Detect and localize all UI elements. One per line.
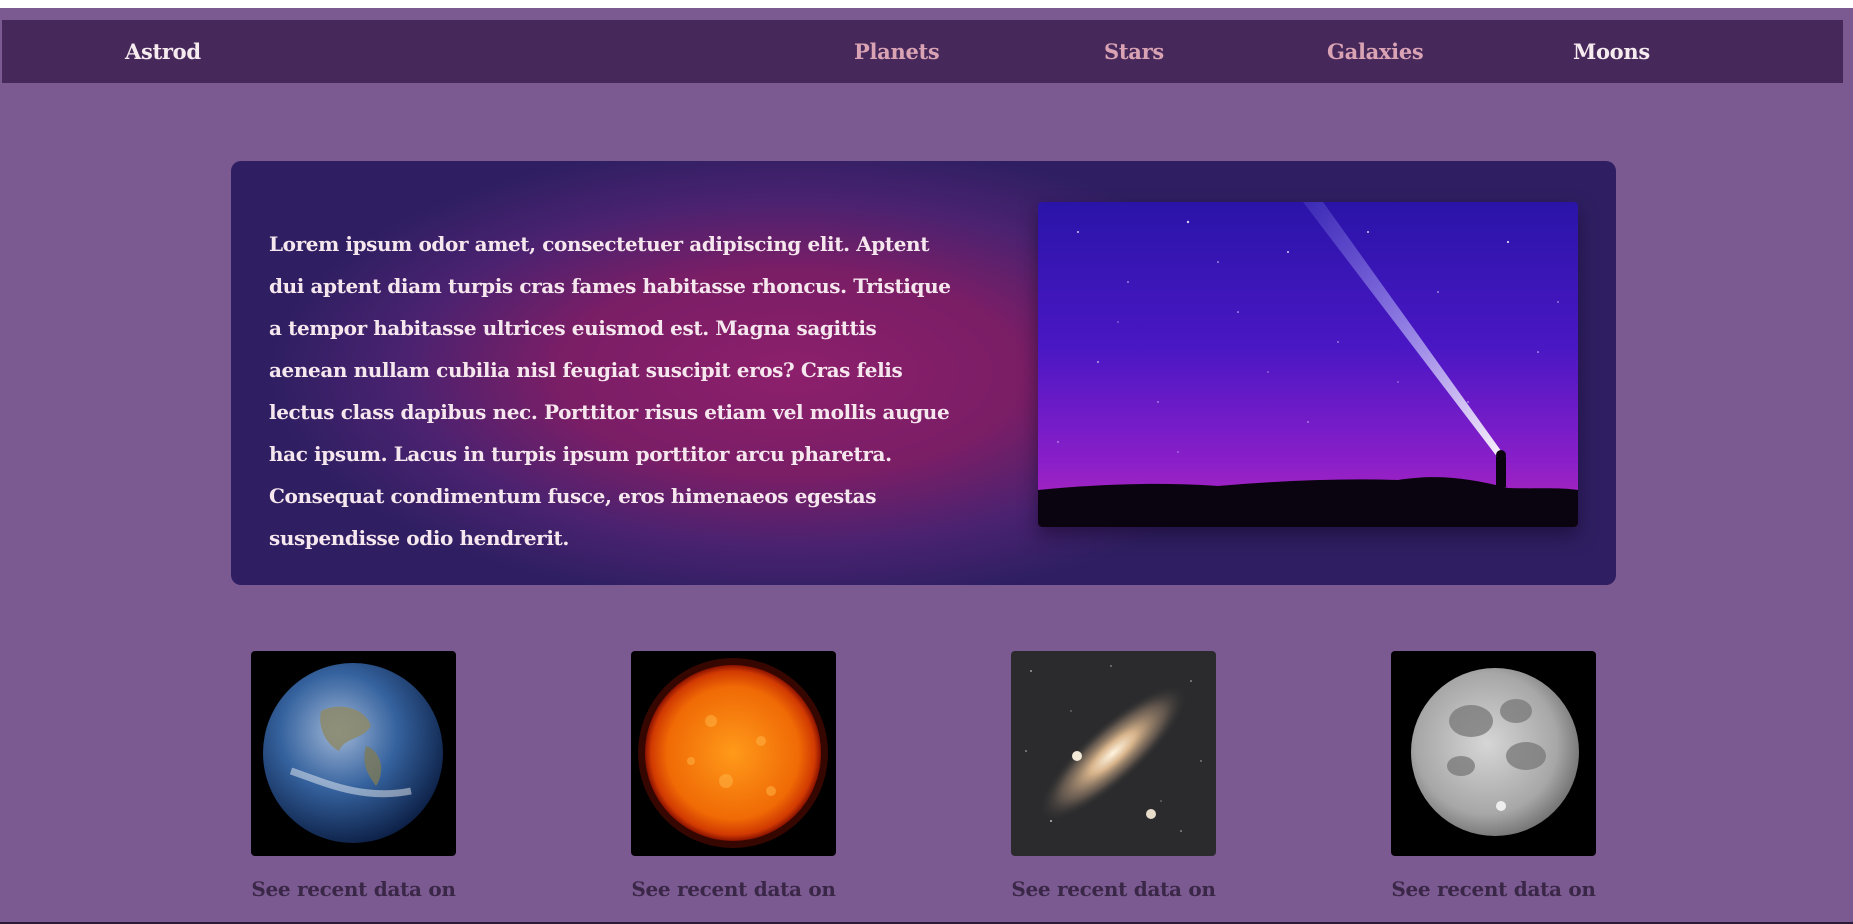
earth-image[interactable] [251,651,456,856]
card-caption[interactable]: See recent data on [1351,877,1636,901]
moon-image[interactable] [1391,651,1596,856]
nav-link-galaxies[interactable]: Galaxies [1327,20,1424,83]
hero-text: Lorem ipsum odor amet, consectetuer adip… [269,232,951,550]
nav-link-planets[interactable]: Planets [854,20,940,83]
card-planets: See recent data on [251,651,456,901]
galaxy-image[interactable] [1011,651,1216,856]
night-sky-flashlight-image [1038,202,1578,527]
nav-link-moons[interactable]: Moons [1573,20,1650,83]
browser-top-strip [0,0,1853,8]
card-caption[interactable]: See recent data on [211,877,496,901]
hero-panel: Lorem ipsum odor amet, consectetuer adip… [231,161,1616,585]
card-caption[interactable]: See recent data on [591,877,876,901]
sun-image[interactable] [631,651,836,856]
card-stars: See recent data on [631,651,836,901]
card-galaxies: See recent data on [1011,651,1216,901]
nav-link-stars[interactable]: Stars [1104,20,1164,83]
card-caption[interactable]: See recent data on [971,877,1256,901]
brand-logo[interactable]: Astrod [125,20,201,83]
navbar: Astrod Planets Stars Galaxies Moons [2,20,1843,83]
card-moons: See recent data on [1391,651,1596,901]
